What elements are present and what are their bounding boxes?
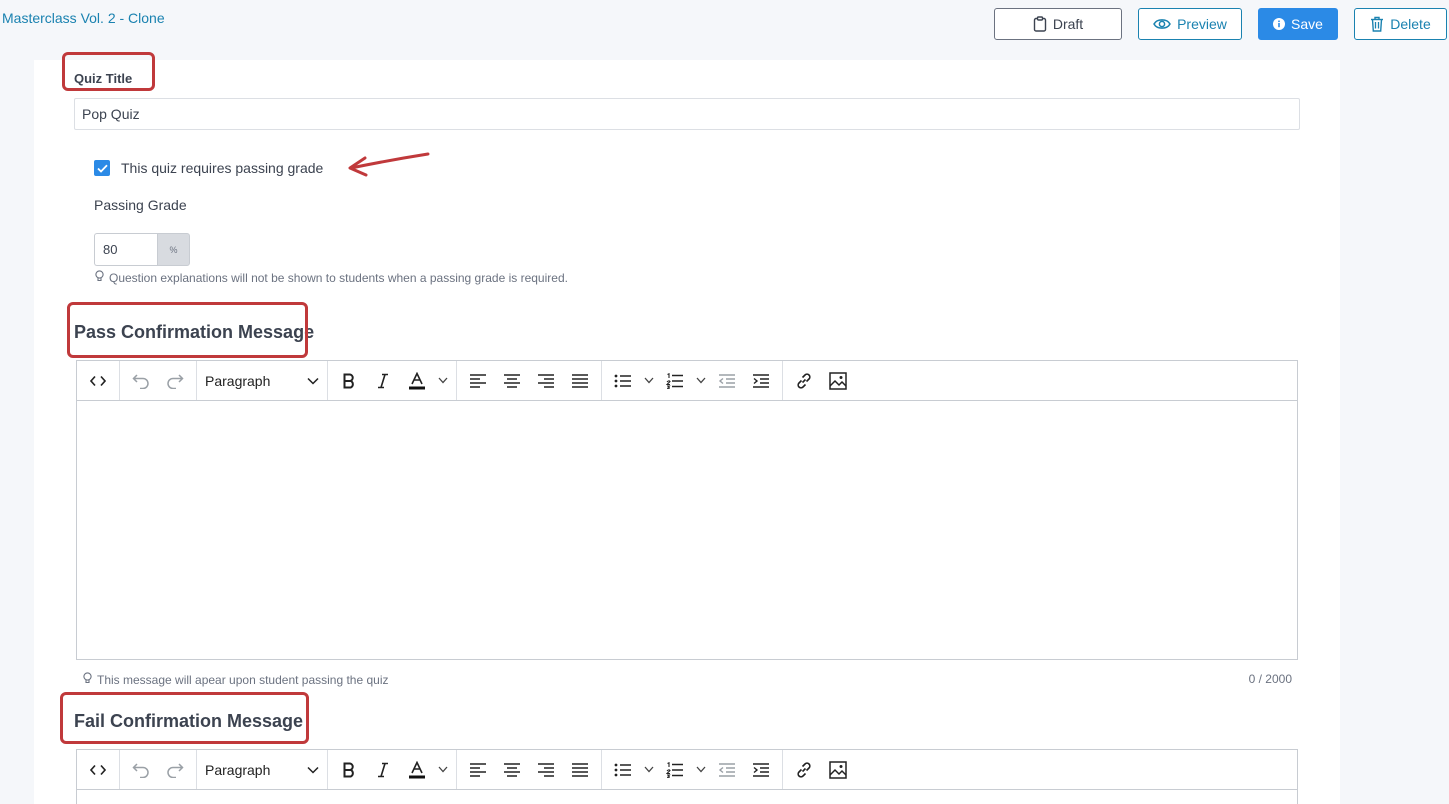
text-color-chevron-icon[interactable] xyxy=(434,753,452,787)
course-title-link[interactable]: Masterclass Vol. 2 - Clone xyxy=(2,10,165,26)
chevron-down-icon xyxy=(307,766,319,774)
save-label: Save xyxy=(1291,16,1323,32)
block-format-value: Paragraph xyxy=(205,372,271,389)
image-icon[interactable] xyxy=(821,753,855,787)
pass-message-content[interactable] xyxy=(77,401,1297,659)
character-counter: 0 / 2000 xyxy=(1248,672,1292,686)
text-color-icon[interactable] xyxy=(400,753,434,787)
annotation-box-fail-message xyxy=(60,692,309,744)
percent-addon: % xyxy=(157,233,190,266)
indent-icon[interactable] xyxy=(744,753,778,787)
undo-icon[interactable] xyxy=(124,364,158,398)
outdent-icon[interactable] xyxy=(710,753,744,787)
delete-button[interactable]: Delete xyxy=(1354,8,1447,40)
save-button[interactable]: Save xyxy=(1258,8,1338,40)
passing-grade-hint-text: Question explanations will not be shown … xyxy=(109,270,568,285)
lightbulb-icon xyxy=(94,270,105,285)
annotation-arrow-icon xyxy=(348,152,430,177)
align-center-icon[interactable] xyxy=(495,364,529,398)
image-icon[interactable] xyxy=(821,364,855,398)
numbered-list-icon[interactable] xyxy=(658,753,692,787)
pass-message-hint: This message will apear upon student pas… xyxy=(82,672,389,687)
checkmark-icon xyxy=(96,164,108,173)
bold-icon[interactable] xyxy=(332,753,366,787)
info-icon xyxy=(1273,18,1286,30)
lightbulb-icon xyxy=(82,672,93,687)
chevron-down-icon xyxy=(307,377,319,385)
text-color-icon[interactable] xyxy=(400,364,434,398)
editor-toolbar: Paragraph xyxy=(77,750,1297,790)
numbered-list-icon[interactable] xyxy=(658,364,692,398)
link-icon[interactable] xyxy=(787,753,821,787)
top-bar: Masterclass Vol. 2 - Clone Draft Preview… xyxy=(0,0,1449,60)
align-right-icon[interactable] xyxy=(529,753,563,787)
fail-message-content[interactable] xyxy=(77,790,1297,804)
delete-label: Delete xyxy=(1390,16,1431,32)
block-format-select[interactable]: Paragraph xyxy=(197,762,327,778)
passing-grade-checkbox[interactable] xyxy=(94,160,110,176)
bullet-list-icon[interactable] xyxy=(606,364,640,398)
draft-button[interactable]: Draft xyxy=(994,8,1122,40)
redo-icon[interactable] xyxy=(158,364,192,398)
italic-icon[interactable] xyxy=(366,364,400,398)
align-right-icon[interactable] xyxy=(529,364,563,398)
bold-icon[interactable] xyxy=(332,364,366,398)
indent-icon[interactable] xyxy=(744,364,778,398)
align-justify-icon[interactable] xyxy=(563,364,597,398)
clipboard-icon xyxy=(1033,16,1047,32)
block-format-value: Paragraph xyxy=(205,761,271,778)
quiz-title-input[interactable] xyxy=(74,98,1300,130)
draft-label: Draft xyxy=(1052,16,1084,32)
align-left-icon[interactable] xyxy=(461,753,495,787)
passing-grade-label: Passing Grade xyxy=(94,197,187,213)
pass-message-hint-text: This message will apear upon student pas… xyxy=(97,672,389,687)
passing-grade-input[interactable] xyxy=(94,233,158,266)
numbered-list-chevron-icon[interactable] xyxy=(692,753,710,787)
pass-message-editor[interactable]: Paragraph xyxy=(76,360,1298,660)
editor-toolbar: Paragraph xyxy=(77,361,1297,401)
annotation-box-quiz-title xyxy=(62,52,155,91)
align-left-icon[interactable] xyxy=(461,364,495,398)
preview-label: Preview xyxy=(1177,16,1227,32)
trash-icon xyxy=(1370,16,1384,32)
align-justify-icon[interactable] xyxy=(563,753,597,787)
annotation-box-pass-message xyxy=(67,302,308,358)
source-code-icon[interactable] xyxy=(81,364,115,398)
bullet-list-icon[interactable] xyxy=(606,753,640,787)
link-icon[interactable] xyxy=(787,364,821,398)
eye-icon xyxy=(1153,17,1171,31)
text-color-chevron-icon[interactable] xyxy=(434,364,452,398)
redo-icon[interactable] xyxy=(158,753,192,787)
fail-message-editor[interactable]: Paragraph xyxy=(76,749,1298,804)
block-format-select[interactable]: Paragraph xyxy=(197,373,327,389)
passing-grade-hint: Question explanations will not be shown … xyxy=(94,270,568,285)
bullet-list-chevron-icon[interactable] xyxy=(640,753,658,787)
passing-grade-checkbox-label[interactable]: This quiz requires passing grade xyxy=(121,160,323,176)
outdent-icon[interactable] xyxy=(710,364,744,398)
align-center-icon[interactable] xyxy=(495,753,529,787)
numbered-list-chevron-icon[interactable] xyxy=(692,364,710,398)
preview-button[interactable]: Preview xyxy=(1138,8,1242,40)
bullet-list-chevron-icon[interactable] xyxy=(640,364,658,398)
italic-icon[interactable] xyxy=(366,753,400,787)
undo-icon[interactable] xyxy=(124,753,158,787)
source-code-icon[interactable] xyxy=(81,753,115,787)
